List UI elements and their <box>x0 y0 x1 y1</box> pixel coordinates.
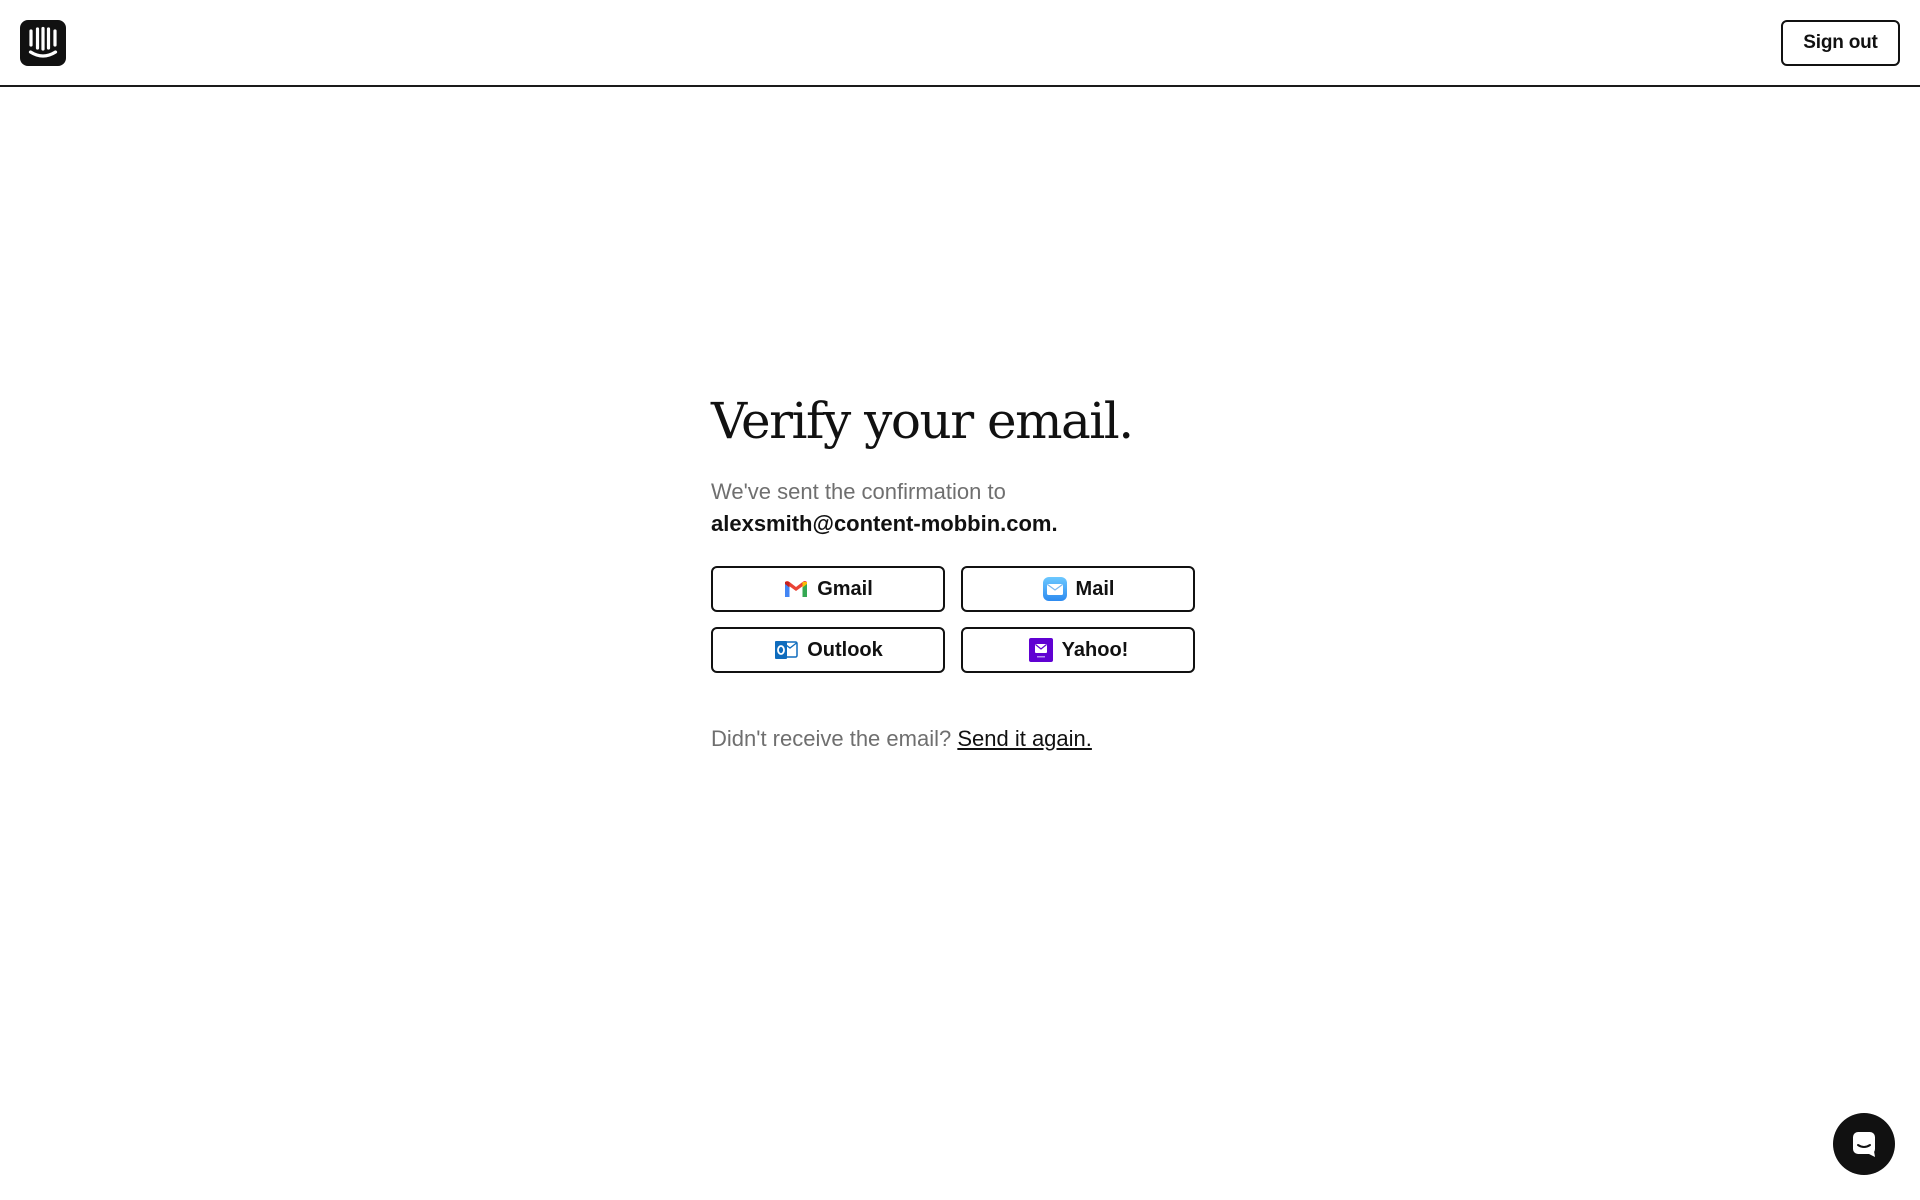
resend-line: Didn't receive the email? Send it again. <box>711 723 1201 755</box>
yahoo-label: Yahoo! <box>1061 638 1129 661</box>
outlook-icon <box>773 637 799 663</box>
sign-out-button[interactable]: Sign out <box>1781 20 1900 66</box>
mail-label: Mail <box>1075 577 1115 600</box>
yahoo-button[interactable]: Yahoo! <box>961 627 1195 673</box>
email-provider-buttons: Gmail Mail Outlook Yahoo! <box>711 566 1201 673</box>
page-title: Verify your email. <box>711 392 1134 450</box>
send-again-link[interactable]: Send it again. <box>957 726 1092 751</box>
mail-icon <box>1042 576 1068 602</box>
chat-icon <box>1853 1132 1875 1157</box>
gmail-label: Gmail <box>817 577 873 600</box>
intercom-logo-icon[interactable] <box>20 20 66 66</box>
resend-prompt: Didn't receive the email? <box>711 726 952 751</box>
yahoo-icon <box>1028 637 1054 663</box>
email-address: alexsmith@content-mobbin.com. <box>711 511 1058 536</box>
outlook-button[interactable]: Outlook <box>711 627 945 673</box>
top-bar: Sign out <box>0 0 1920 87</box>
gmail-icon <box>783 576 809 602</box>
gmail-button[interactable]: Gmail <box>711 566 945 612</box>
chat-launcher-button[interactable] <box>1833 1113 1895 1175</box>
mail-button[interactable]: Mail <box>961 566 1195 612</box>
verify-email-panel: Verify your email. We've sent the confir… <box>711 388 1201 755</box>
outlook-label: Outlook <box>807 638 883 661</box>
sent-confirmation-text: We've sent the confirmation to <box>711 479 1006 504</box>
